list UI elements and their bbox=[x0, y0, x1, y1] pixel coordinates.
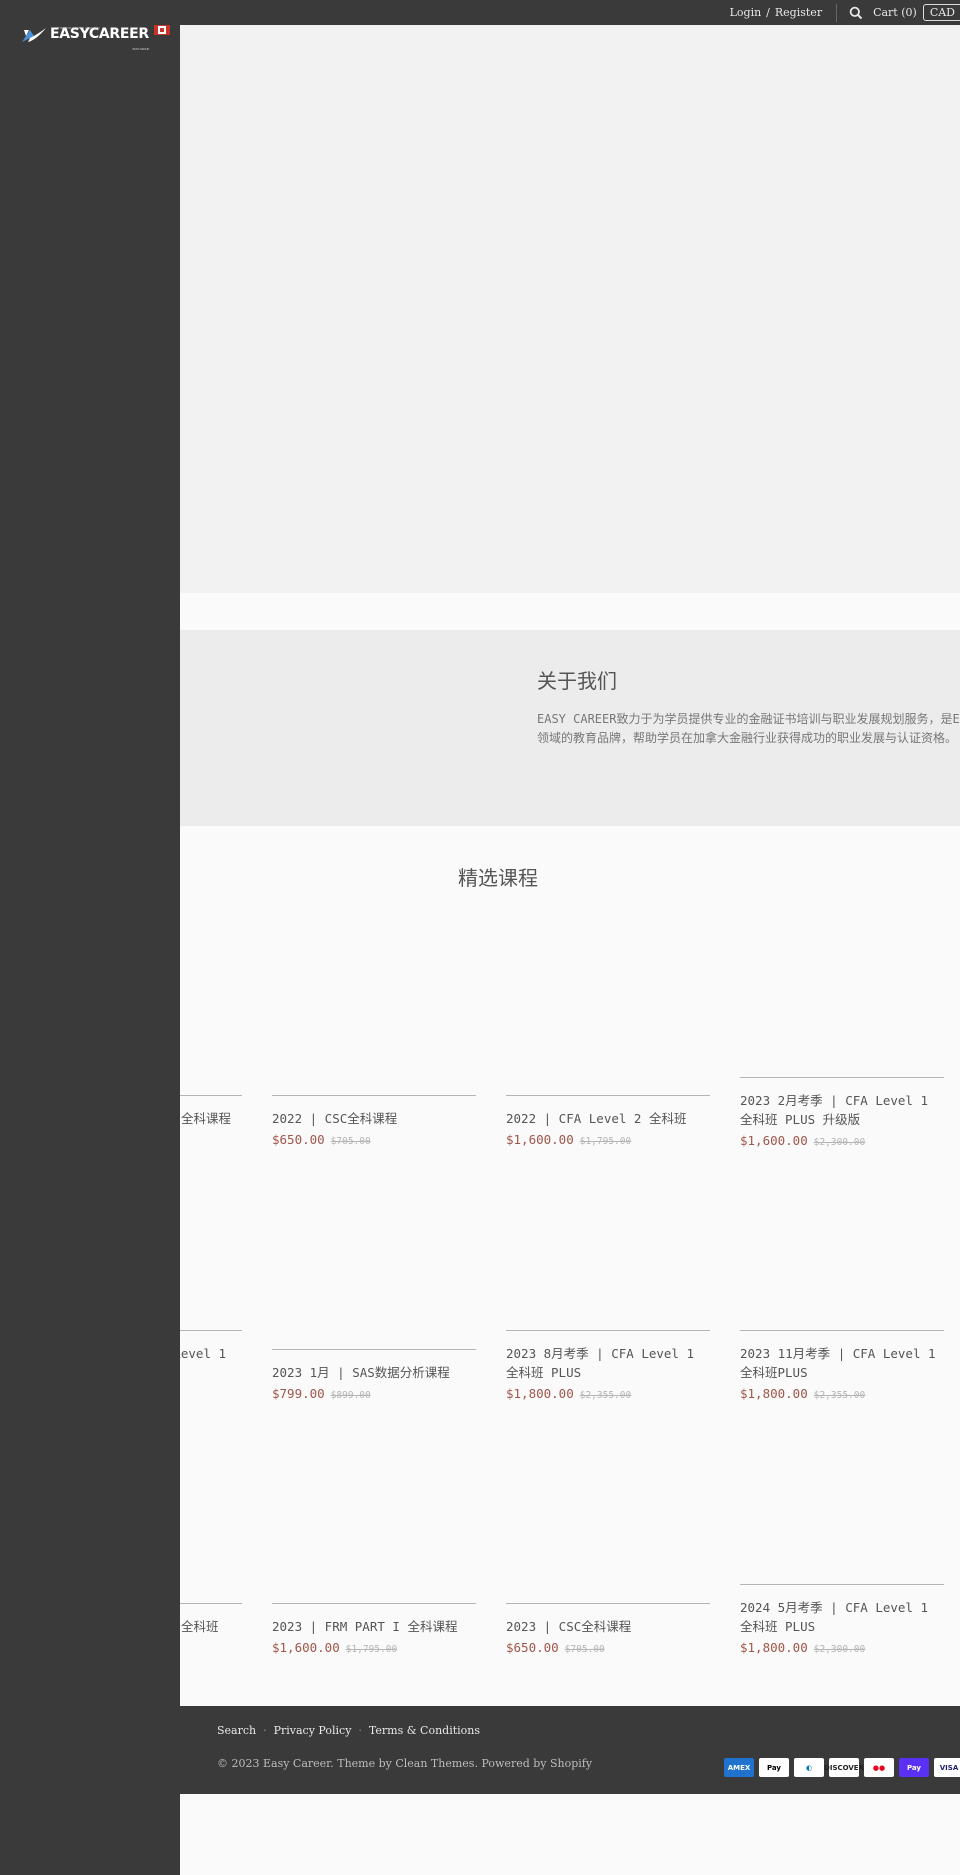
shop-pay-icon: Pay bbox=[899, 1758, 929, 1777]
product-prices: $1,600.00 $2,300.00 bbox=[740, 1130, 944, 1149]
product-card[interactable]: 2022 | CFA Level 2 全科班 $1,600.00 $1,795.00 bbox=[506, 1095, 710, 1148]
footer-separator: · bbox=[358, 1724, 362, 1737]
product-card[interactable]: 2023 | FRM PART I 全科课程 $1,600.00 $1,795.00 bbox=[272, 1603, 476, 1656]
compare-at-price: $2,355.00 bbox=[813, 1390, 866, 1401]
compare-at-price: $1,795.00 bbox=[345, 1644, 398, 1655]
login-link[interactable]: Login bbox=[730, 6, 762, 19]
product-title[interactable]: 2023 8月考季 | CFA Level 1 全科班 PLUS bbox=[506, 1344, 710, 1382]
product-title[interactable]: 2023 | CSC全科课程 bbox=[506, 1617, 710, 1636]
product-card[interactable]: 2023 11月考季 | CFA Level 1 全科班PLUS $1,800.0… bbox=[740, 1330, 944, 1402]
about-heading: 关于我们 bbox=[537, 669, 617, 693]
about-section: 关于我们 EASY CAREER致力于为学员提供专业的金融证书培训与职业发展规划… bbox=[180, 630, 960, 826]
register-link[interactable]: Register bbox=[775, 6, 822, 19]
header-divider bbox=[836, 3, 838, 22]
product-card[interactable]: 2023 | CSC全科课程 $650.00 $705.00 bbox=[506, 1603, 710, 1656]
product-title[interactable]: 2022 | CFA Level 2 全科班 bbox=[506, 1109, 710, 1128]
sale-price: $650.00 bbox=[506, 1640, 559, 1655]
sale-price: $1,800.00 bbox=[740, 1386, 808, 1401]
product-prices: $1,600.00 $1,795.00 bbox=[506, 1129, 710, 1148]
hero-banner bbox=[180, 25, 960, 593]
footer: Search · Privacy Policy · Terms & Conditions… bbox=[180, 1706, 960, 1794]
product-title[interactable]: 2023 | FRM PART I 全科课程 bbox=[272, 1617, 476, 1636]
product-title[interactable]: 2023 11月考季 | CFA Level 1 全科班PLUS bbox=[740, 1344, 944, 1382]
product-prices: $799.00 $899.00 bbox=[272, 1383, 476, 1402]
product-card[interactable]: 2024 5月考季 | CFA Level 1 全科班 PLUS $1,800.0… bbox=[740, 1584, 944, 1656]
product-image-divider bbox=[506, 1095, 710, 1096]
sale-price: $1,800.00 bbox=[506, 1386, 574, 1401]
footer-link-terms[interactable]: Terms & Conditions bbox=[369, 1724, 480, 1737]
login-register-separator: / bbox=[766, 6, 770, 19]
product-image-divider bbox=[740, 1330, 944, 1331]
product-prices: $1,800.00 $2,355.00 bbox=[506, 1383, 710, 1402]
payment-icons: AMEX Pay ◐ DISCOVER ●● Pay VISA bbox=[724, 1758, 960, 1777]
about-body: EASY CAREER致力于为学员提供专业的金融证书培训与职业发展规划服务，是E… bbox=[537, 710, 960, 748]
sidebar: FINANCE CAREER ACADEMY EASYCAREER EASY G… bbox=[0, 0, 180, 1875]
product-title[interactable]: 2023 1月 | SAS数据分析课程 bbox=[272, 1363, 476, 1382]
footer-link-privacy-policy[interactable]: Privacy Policy bbox=[274, 1724, 352, 1737]
canada-flag-icon bbox=[153, 25, 170, 35]
sale-price: $1,600.00 bbox=[272, 1640, 340, 1655]
compare-at-price: $2,300.00 bbox=[813, 1644, 866, 1655]
product-title[interactable]: 2024 5月考季 | CFA Level 1 全科班 PLUS bbox=[740, 1598, 944, 1636]
cart-link[interactable]: Cart (0) bbox=[873, 6, 917, 19]
header-actions: Login / Register Cart (0) CAD bbox=[730, 0, 960, 25]
visa-icon: VISA bbox=[934, 1758, 960, 1777]
product-prices: $650.00 $705.00 bbox=[506, 1637, 710, 1656]
search-icon[interactable] bbox=[849, 6, 863, 20]
sale-price: $1,600.00 bbox=[740, 1133, 808, 1148]
discover-icon: DISCOVER bbox=[824, 1758, 864, 1777]
product-card[interactable]: 2022 | CSC全科课程 $650.00 $705.00 bbox=[272, 1095, 476, 1148]
sale-price: $1,800.00 bbox=[740, 1640, 808, 1655]
product-title[interactable]: 2023 2月考季 | CFA Level 1 全科班 PLUS 升级版 bbox=[740, 1091, 944, 1129]
about-body-line-2: 领域的教育品牌，帮助学员在加拿大金融行业获得成功的职业发展与认证资格。 bbox=[537, 731, 958, 745]
product-image-divider bbox=[506, 1330, 710, 1331]
mastercard-icon: ●● bbox=[864, 1758, 894, 1777]
top-bar: Login / Register Cart (0) CAD bbox=[0, 0, 960, 25]
logo[interactable]: FINANCE CAREER ACADEMY EASYCAREER EASY G… bbox=[20, 24, 170, 51]
logo-tagline-bottom: EASY GROUP bbox=[132, 47, 150, 51]
compare-at-price: $899.00 bbox=[330, 1390, 371, 1401]
compare-at-price: $1,795.00 bbox=[579, 1136, 632, 1147]
product-card[interactable]: 2023 8月考季 | CFA Level 1 全科班 PLUS $1,800.0… bbox=[506, 1330, 710, 1402]
apple-pay-icon: Pay bbox=[759, 1758, 789, 1777]
product-card[interactable]: 2023 1月 | SAS数据分析课程 $799.00 $899.00 bbox=[272, 1349, 476, 1402]
product-prices: $1,600.00 $1,795.00 bbox=[272, 1637, 476, 1656]
compare-at-price: $705.00 bbox=[564, 1644, 605, 1655]
amex-icon: AMEX bbox=[724, 1758, 754, 1777]
compare-at-price: $705.00 bbox=[330, 1136, 371, 1147]
product-title[interactable]: 2022 | CSC全科课程 bbox=[272, 1109, 476, 1128]
compare-at-price: $2,300.00 bbox=[813, 1137, 866, 1148]
product-prices: $650.00 $705.00 bbox=[272, 1129, 476, 1148]
product-card[interactable]: 2023 2月考季 | CFA Level 1 全科班 PLUS 升级版 $1,6… bbox=[740, 1077, 944, 1149]
logo-text: FINANCE CAREER ACADEMY EASYCAREER EASY G… bbox=[50, 26, 149, 51]
product-image-divider bbox=[272, 1349, 476, 1350]
about-body-line-1: EASY CAREER致力于为学员提供专业的金融证书培训与职业发展规划服务，是E… bbox=[537, 712, 960, 726]
product-image-divider bbox=[740, 1584, 944, 1585]
product-image-divider bbox=[506, 1603, 710, 1604]
sale-price: $1,600.00 bbox=[506, 1132, 574, 1147]
footer-separator: · bbox=[263, 1724, 267, 1737]
logo-swoosh-icon bbox=[22, 28, 46, 42]
copyright: © 2023 Easy Career. Theme by Clean Theme… bbox=[217, 1757, 593, 1770]
currency-selector[interactable]: CAD bbox=[922, 4, 960, 21]
footer-links: Search · Privacy Policy · Terms & Conditions bbox=[217, 1724, 480, 1737]
product-image-divider bbox=[272, 1603, 476, 1604]
footer-link-search[interactable]: Search bbox=[217, 1724, 256, 1737]
sale-price: $650.00 bbox=[272, 1132, 325, 1147]
sale-price: $799.00 bbox=[272, 1386, 325, 1401]
product-image-divider bbox=[272, 1095, 476, 1096]
product-image-divider bbox=[740, 1077, 944, 1078]
product-prices: $1,800.00 $2,355.00 bbox=[740, 1383, 944, 1402]
compare-at-price: $2,355.00 bbox=[579, 1390, 632, 1401]
product-prices: $1,800.00 $2,300.00 bbox=[740, 1637, 944, 1656]
diners-club-icon: ◐ bbox=[794, 1758, 824, 1777]
